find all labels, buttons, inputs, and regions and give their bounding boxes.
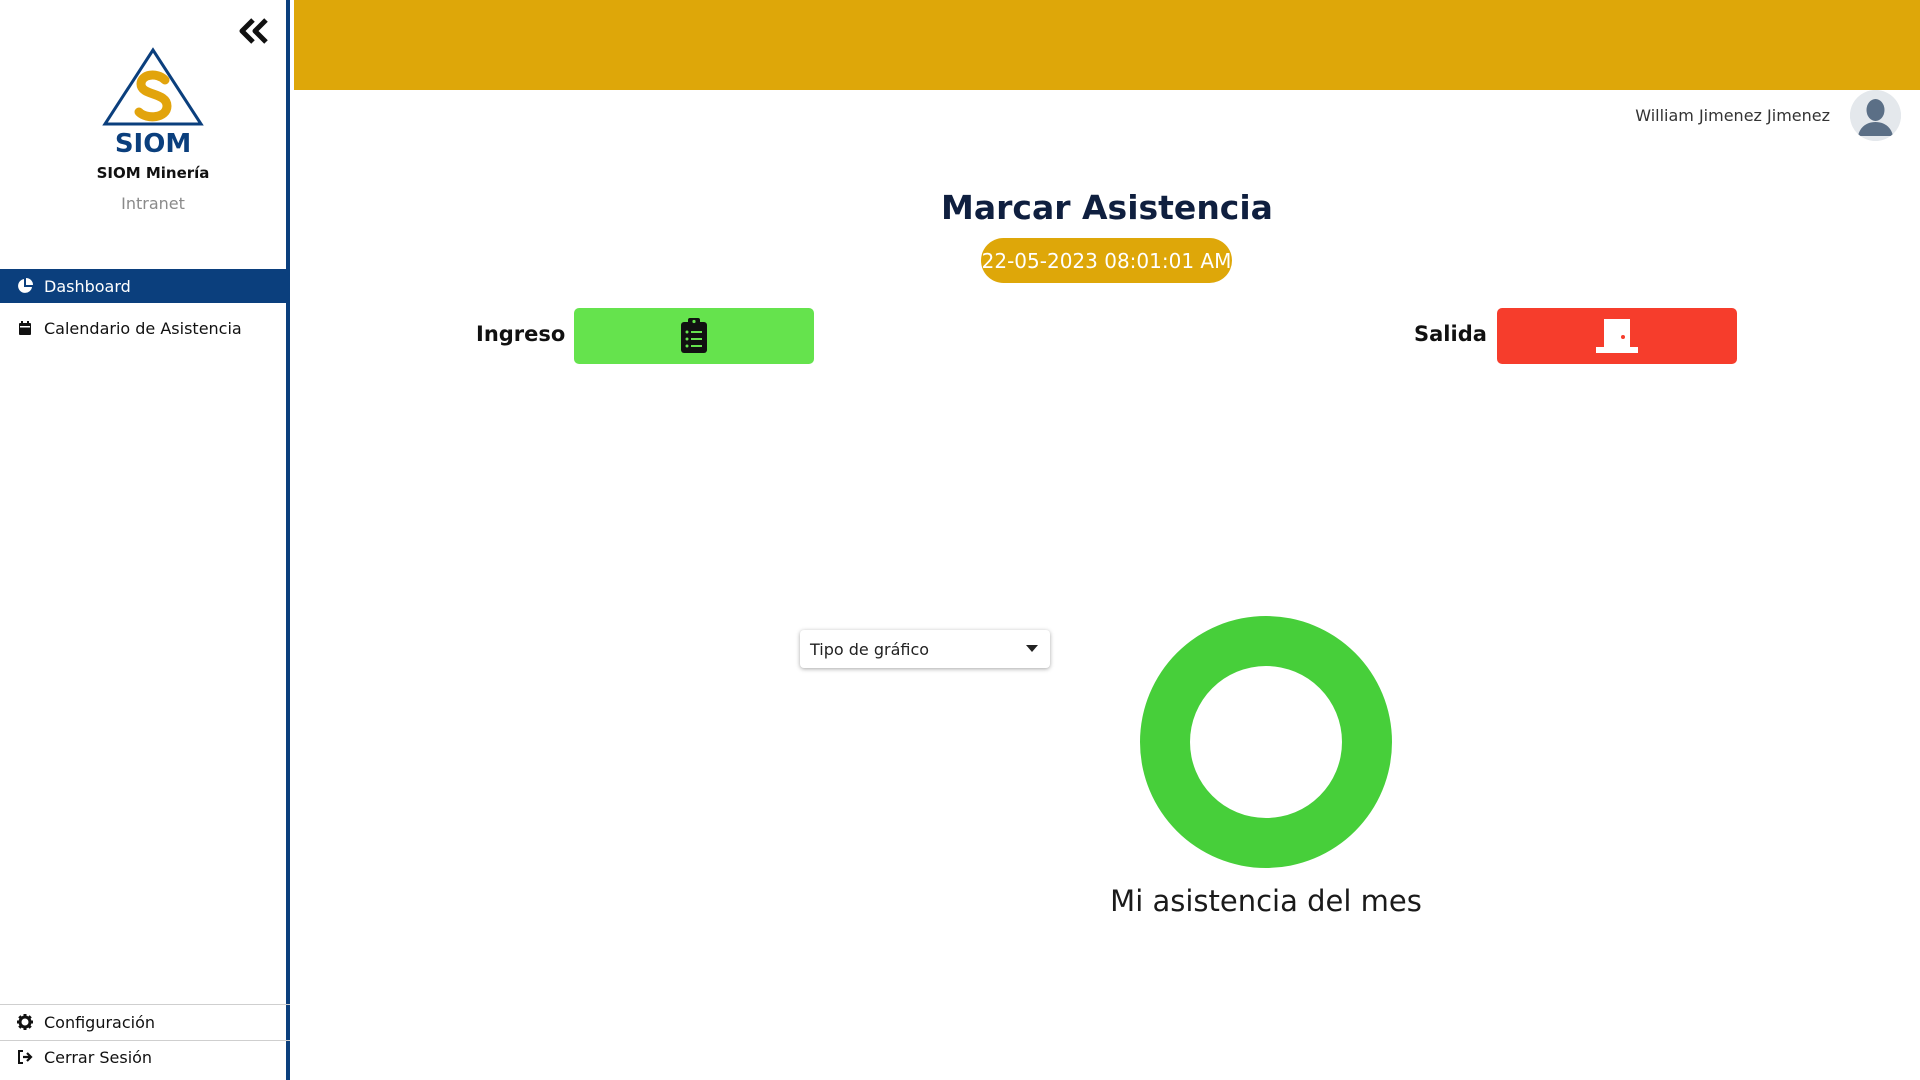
chart-type-select[interactable]: Tipo de gráfico [800,630,1050,668]
user-name: William Jimenez Jimenez [1635,106,1830,125]
pie-chart-icon [16,277,34,295]
gear-icon [16,1013,34,1031]
caret-down-icon [1026,645,1038,652]
top-bar [294,0,1920,90]
chart-type-select-placeholder: Tipo de gráfico [810,639,930,659]
ingreso-label: Ingreso [476,322,566,346]
ingreso-button[interactable] [574,308,814,364]
sidebar-item-configuracion[interactable]: Configuración [0,1005,290,1039]
brand-name: SIOM Minería [96,164,210,182]
sidebar-item-calendario[interactable]: Calendario de Asistencia [0,311,290,345]
sidebar: SIOM SIOM Minería Intranet Dashboard Cal… [0,0,290,1080]
sidebar-item-cerrar-sesion[interactable]: Cerrar Sesión [0,1040,290,1074]
calendar-icon [16,319,34,337]
sidebar-item-dashboard[interactable]: Dashboard [0,269,290,303]
collapse-sidebar-button[interactable] [236,14,272,50]
attendance-donut-chart [1140,616,1392,868]
siom-logo-text: SIOM [115,129,191,156]
salida-button[interactable] [1497,308,1737,364]
door-icon [1596,319,1638,353]
siom-logo: SIOM [97,46,209,159]
brand-subtitle: Intranet [121,194,185,213]
app-root: SIOM SIOM Minería Intranet Dashboard Cal… [0,0,1920,1080]
sidebar-item-label: Configuración [44,1012,156,1032]
sidebar-item-label: Calendario de Asistencia [44,318,242,338]
page-title: Marcar Asistencia [941,188,1273,227]
sidebar-item-label: Cerrar Sesión [44,1047,153,1067]
donut-slice[interactable] [1140,616,1392,868]
clipboard-list-icon [681,318,707,353]
double-chevron-left-icon [239,18,268,44]
chart-title: Mi asistencia del mes [1110,884,1422,918]
sidebar-item-label: Dashboard [44,276,131,296]
avatar[interactable] [1850,90,1901,141]
sign-out-icon [16,1048,34,1066]
user-silhouette-icon [1850,90,1901,141]
salida-label: Salida [1414,322,1487,346]
datetime-badge: 22-05-2023 08:01:01 AM [981,238,1232,283]
